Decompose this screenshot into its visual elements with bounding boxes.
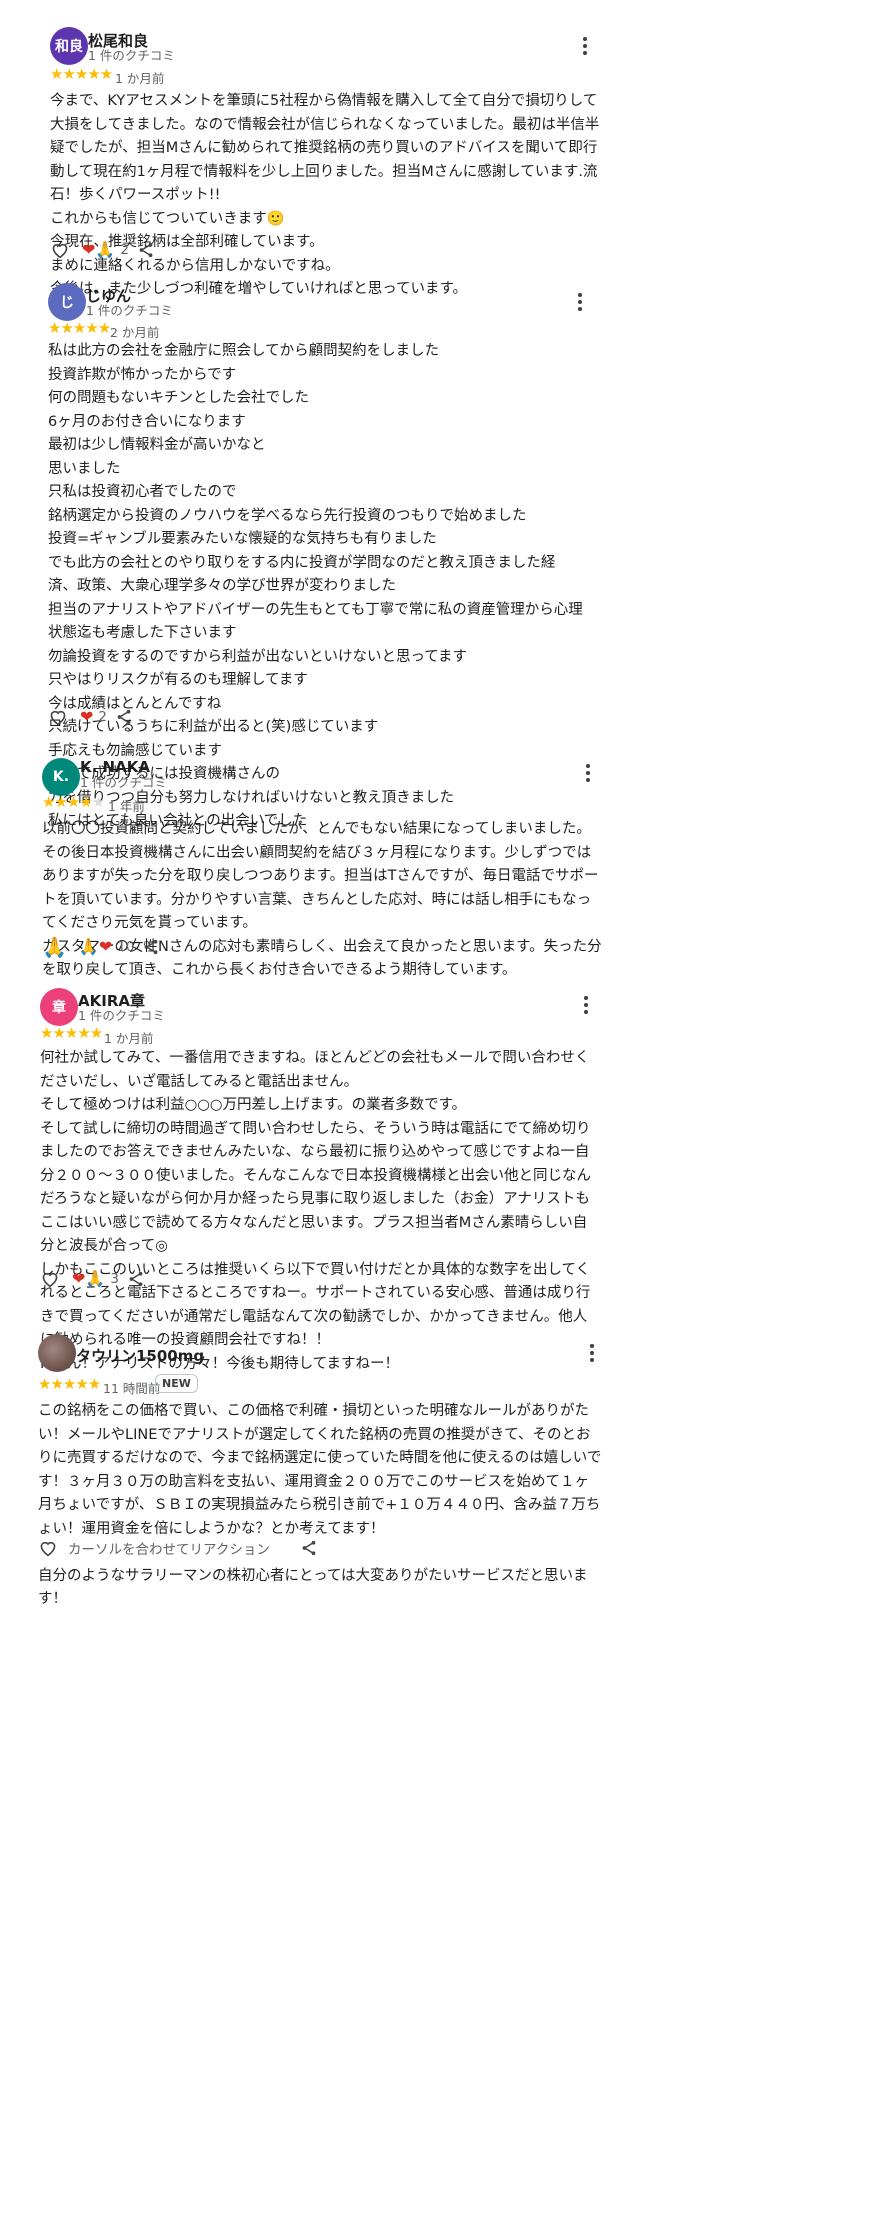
review-time: 2 か月前: [110, 325, 160, 340]
review-count: 1 件のクチコミ: [86, 303, 173, 318]
heart-outline-icon: [50, 710, 66, 726]
share-button[interactable]: [127, 1270, 145, 1288]
reactions-summary[interactable]: 🙏❤ 10: [79, 938, 135, 956]
review-count: 1 件のクチコミ: [78, 1008, 165, 1023]
like-button[interactable]: 🙏: [42, 935, 67, 959]
star-rating: ★★★★★: [48, 319, 111, 337]
avatar[interactable]: K.: [42, 758, 80, 796]
more-options-button[interactable]: [575, 34, 595, 58]
like-button[interactable]: [50, 241, 70, 259]
pray-icon: 🙏: [42, 935, 67, 959]
reaction-count: 2: [98, 709, 107, 725]
share-icon: [129, 1271, 143, 1287]
reaction-emojis: ❤🙏: [72, 1269, 106, 1288]
heart-outline-icon: [52, 243, 68, 259]
author-name[interactable]: タウリン1500mg: [76, 1345, 204, 1366]
review-actions: 🙏 🙏❤ 10: [42, 933, 160, 961]
reaction-hint: カーソルを合わせてリアクション: [68, 1542, 270, 1558]
reaction-emojis: ❤: [80, 707, 94, 726]
star-rating: ★★★★★: [40, 1024, 103, 1042]
reactions-summary[interactable]: ❤🙏 3: [72, 1270, 119, 1288]
heart-outline-icon: [42, 1272, 58, 1288]
review-actions: ❤🙏 2: [50, 236, 155, 264]
avatar[interactable]: じ: [48, 283, 86, 321]
heart-outline-icon: [40, 1541, 56, 1557]
star-rating: ★★★★★: [42, 793, 105, 811]
review-actions: ❤🙏 3: [40, 1265, 145, 1293]
like-button[interactable]: [38, 1539, 58, 1557]
share-button[interactable]: [137, 241, 155, 259]
avatar[interactable]: [38, 1334, 76, 1372]
like-button[interactable]: [48, 708, 68, 726]
avatar[interactable]: 和良: [50, 27, 88, 65]
review-count: 1 件のクチコミ: [88, 48, 175, 63]
share-button[interactable]: [115, 708, 133, 726]
more-options-button[interactable]: [570, 290, 590, 314]
share-icon: [117, 709, 131, 725]
reaction-emojis: 🙏❤: [78, 937, 113, 956]
reaction-count: 2: [120, 242, 129, 258]
reaction-emojis: ❤🙏: [82, 240, 116, 259]
review-time: 1 か月前: [115, 71, 165, 86]
star-rating: ★★★★★: [50, 65, 113, 83]
more-options-button[interactable]: [582, 1341, 602, 1365]
new-badge: NEW: [155, 1374, 198, 1393]
more-options-button[interactable]: [578, 761, 598, 785]
share-icon: [302, 1540, 316, 1556]
star-rating: ★★★★★: [38, 1375, 101, 1393]
share-icon: [139, 242, 153, 258]
review-actions: ❤ 2: [48, 703, 133, 731]
share-button[interactable]: [300, 1539, 318, 1557]
reactions-summary[interactable]: ❤🙏 2: [82, 241, 129, 259]
review-time: 1 か月前: [104, 1031, 154, 1046]
like-button[interactable]: [40, 1270, 60, 1288]
reactions-summary[interactable]: ❤ 2: [80, 708, 107, 726]
review-count: 1 件のクチコミ: [80, 775, 167, 790]
review-text: 何社か試してみて、一番信用できますね。ほとんどどの会社もメールで問い合わせくださ…: [40, 1050, 591, 1372]
reaction-count: 3: [110, 1271, 119, 1287]
review-text: 今まで、KYアセスメントを筆頭に5社程から偽情報を購入して全て自分で損切りして大…: [50, 93, 600, 297]
share-icon: [145, 939, 158, 955]
review-text: この銘柄をこの価格で買い、この価格で利確・損切といった明確なルールがありがたい！…: [38, 1403, 602, 1607]
reaction-count: 10: [117, 939, 135, 955]
share-button[interactable]: [142, 938, 160, 956]
review-time: 1 年前: [108, 799, 145, 814]
avatar[interactable]: 章: [40, 988, 78, 1026]
review-time: 11 時間前: [103, 1381, 161, 1396]
review-actions: カーソルを合わせてリアクション: [38, 1534, 318, 1562]
more-options-button[interactable]: [576, 993, 596, 1017]
